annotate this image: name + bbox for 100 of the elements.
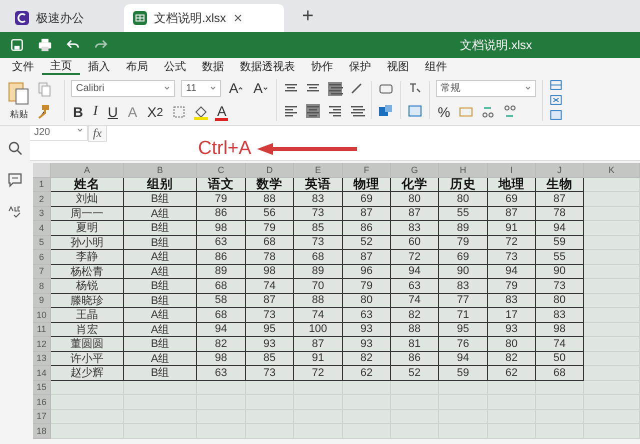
- new-tab-button[interactable]: +: [290, 5, 326, 32]
- increase-font-button[interactable]: A: [227, 79, 246, 97]
- bold-button[interactable]: B: [71, 103, 86, 121]
- empty-cell: [584, 264, 640, 279]
- row-header[interactable]: 12: [33, 337, 51, 352]
- row-header[interactable]: 16: [33, 395, 51, 410]
- save-icon[interactable]: [10, 38, 24, 52]
- format-cells-icon[interactable]: [548, 108, 563, 122]
- row-header[interactable]: 6: [33, 250, 51, 264]
- column-header[interactable]: E: [294, 163, 343, 178]
- column-header[interactable]: I: [488, 163, 536, 178]
- table-cell: 肖宏: [51, 322, 124, 337]
- insert-row-icon[interactable]: [548, 78, 563, 92]
- document-tab[interactable]: 极速办公: [6, 4, 118, 32]
- table-cell: 91: [488, 221, 536, 236]
- column-header[interactable]: B: [124, 163, 197, 178]
- align-bottom-icon[interactable]: [326, 81, 343, 97]
- number-format-field[interactable]: 常规: [436, 80, 536, 96]
- table-cell: 94: [439, 352, 488, 366]
- menu-tab[interactable]: 视图: [379, 58, 417, 75]
- comment-icon[interactable]: [7, 172, 23, 188]
- menu-tab[interactable]: 布局: [118, 58, 156, 75]
- table-cell: 68: [246, 236, 294, 250]
- table-cell: 74: [294, 308, 343, 322]
- empty-cell: [584, 308, 640, 322]
- font-name-field[interactable]: Calibri: [71, 80, 175, 96]
- menu-tab[interactable]: 数据透视表: [232, 58, 303, 75]
- table-cell: 50: [536, 352, 584, 366]
- empty-cell: [584, 424, 640, 438]
- paste-button[interactable]: 粘贴: [8, 80, 30, 120]
- menu-tab[interactable]: 数据: [194, 58, 232, 75]
- empty-cell: [536, 424, 584, 438]
- table-cell: 74: [536, 337, 584, 352]
- merge-cells-icon[interactable]: [378, 103, 394, 119]
- row-header[interactable]: 3: [33, 206, 51, 221]
- caret-up-icon: [238, 86, 244, 90]
- search-icon[interactable]: [7, 140, 23, 156]
- fill-color-icon[interactable]: [193, 104, 210, 120]
- table-cell: A组: [124, 264, 197, 279]
- border-icon[interactable]: [171, 104, 188, 120]
- spellcheck-icon[interactable]: [7, 204, 23, 220]
- empty-cell: [343, 380, 391, 395]
- close-icon[interactable]: [232, 12, 244, 24]
- table-cell: 17: [488, 308, 536, 322]
- menu-tab[interactable]: 主页: [42, 58, 80, 75]
- table-cell: 76: [439, 337, 488, 352]
- column-header[interactable]: C: [197, 163, 246, 178]
- row-header[interactable]: 1: [33, 178, 51, 192]
- table-cell: 王晶: [51, 308, 124, 322]
- menu-tab[interactable]: 公式: [156, 58, 194, 75]
- menu-tab[interactable]: 文件: [4, 58, 42, 75]
- justify-icon[interactable]: [348, 103, 365, 119]
- row-header[interactable]: 10: [33, 308, 51, 322]
- row-header[interactable]: 15: [33, 380, 51, 395]
- table-cell: 70: [294, 279, 343, 294]
- percent-button[interactable]: %: [436, 102, 452, 120]
- menu-tab[interactable]: 插入: [80, 58, 118, 75]
- decrease-font-button[interactable]: A: [251, 79, 270, 97]
- align-center-icon[interactable]: [304, 103, 321, 119]
- row-header[interactable]: 9: [33, 294, 51, 308]
- column-header[interactable]: G: [391, 163, 439, 178]
- document-tab[interactable]: 文档说明.xlsx: [124, 4, 284, 32]
- column-header[interactable]: F: [343, 163, 391, 178]
- caret-icon[interactable]: [164, 85, 170, 91]
- align-right-icon[interactable]: [326, 103, 343, 119]
- menu-tab[interactable]: 协作: [303, 58, 341, 75]
- row-header[interactable]: 2: [33, 192, 51, 206]
- print-icon[interactable]: [38, 38, 52, 52]
- table-cell: 90: [536, 264, 584, 279]
- row-header[interactable]: 4: [33, 221, 51, 236]
- column-header[interactable]: A: [51, 163, 124, 178]
- row-header[interactable]: 11: [33, 322, 51, 337]
- table-cell: 董圆圆: [51, 337, 124, 352]
- caret-icon[interactable]: [77, 127, 83, 133]
- row-header[interactable]: 7: [33, 264, 51, 279]
- italic-button[interactable]: I: [91, 103, 100, 121]
- column-header[interactable]: D: [246, 163, 294, 178]
- menu-tab[interactable]: 组件: [417, 58, 455, 75]
- row-header[interactable]: 8: [33, 279, 51, 294]
- strikethrough-button[interactable]: A: [126, 103, 140, 121]
- underline-button[interactable]: U: [106, 103, 120, 121]
- caret-icon[interactable]: [524, 85, 531, 91]
- menu-tab[interactable]: 保护: [341, 58, 379, 75]
- format-painter-icon[interactable]: [36, 103, 52, 119]
- font-color-button[interactable]: A: [215, 103, 228, 121]
- font-size-field[interactable]: 11: [181, 80, 221, 96]
- delete-row-icon[interactable]: [548, 93, 563, 107]
- row-header[interactable]: 13: [33, 352, 51, 366]
- decrease-decimal-icon[interactable]: [502, 104, 518, 120]
- caret-icon[interactable]: [210, 85, 216, 91]
- table-style-icon[interactable]: [406, 103, 423, 119]
- column-header[interactable]: K: [584, 163, 640, 178]
- align-left-icon[interactable]: [282, 103, 299, 119]
- row-header[interactable]: 5: [33, 236, 51, 250]
- row-header[interactable]: 18: [33, 424, 51, 438]
- row-header[interactable]: 14: [33, 366, 51, 380]
- row-header[interactable]: 17: [33, 410, 51, 424]
- function-button[interactable]: fx: [88, 126, 107, 142]
- column-header[interactable]: J: [536, 163, 584, 178]
- column-header[interactable]: H: [439, 163, 488, 178]
